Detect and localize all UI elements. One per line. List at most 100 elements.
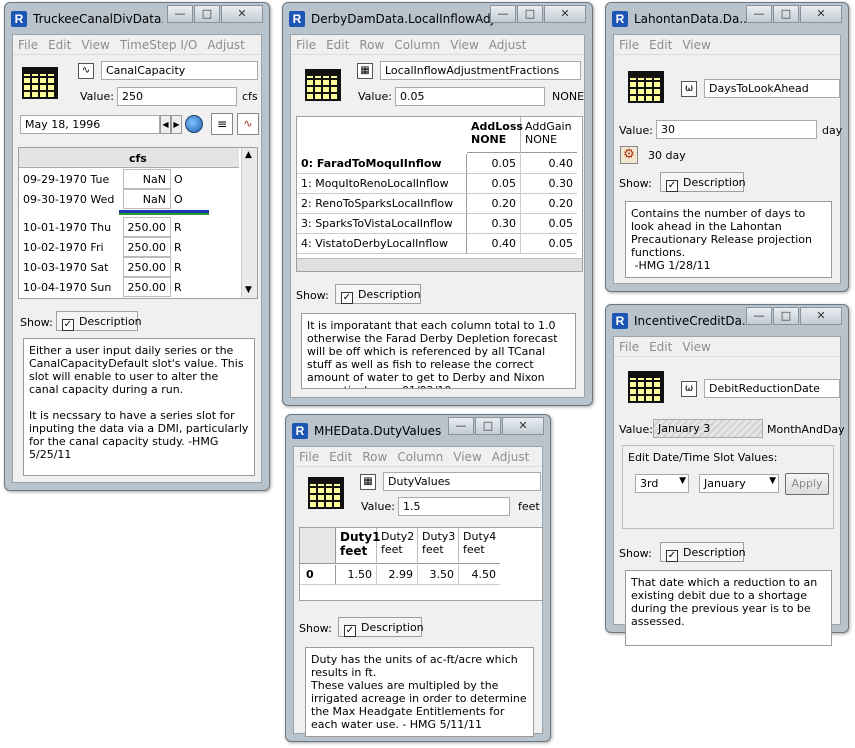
description-checkbox[interactable]: ✓ Description (335, 284, 421, 304)
menu-edit[interactable]: Edit (324, 447, 357, 464)
maximize-button[interactable]: □ (475, 417, 501, 435)
row-value-0[interactable]: NaN (123, 169, 171, 189)
value-field[interactable]: 250 (117, 87, 237, 106)
truckee-titlebar[interactable]: R TruckeeCanalDivData.... — □ ✕ (5, 3, 269, 33)
date-field[interactable]: May 18, 1996 (20, 115, 160, 134)
minimize-button[interactable]: — (167, 5, 193, 23)
menu-view[interactable]: View (677, 35, 715, 52)
cell-addloss-0[interactable]: 0.05 (467, 154, 521, 174)
incentive-titlebar[interactable]: R IncentiveCreditDa... — □ ✕ (606, 305, 848, 335)
description-checkbox[interactable]: ✓ Description (660, 172, 746, 192)
close-button[interactable]: ✕ (221, 5, 263, 23)
description-checkbox[interactable]: ✓ Description (338, 617, 424, 637)
scroll-up-arrow[interactable]: ▲ (245, 150, 252, 160)
description-text[interactable]: That date which a reduction to an existi… (625, 570, 832, 646)
row-value-1[interactable]: NaN (123, 189, 171, 209)
menu-edit[interactable]: Edit (644, 337, 677, 354)
description-text[interactable]: It is imporatant that each column total … (301, 313, 576, 389)
horizontal-scrollbar[interactable] (297, 258, 582, 271)
menu-file[interactable]: File (614, 337, 644, 354)
menu-edit[interactable]: Edit (43, 35, 76, 52)
maximize-button[interactable]: □ (773, 5, 799, 23)
minimize-button[interactable]: — (746, 307, 772, 325)
value-field[interactable]: 30 (656, 120, 817, 139)
plot-icon[interactable]: ∿ (237, 113, 259, 135)
cell-addgain-1[interactable]: 0.30 (521, 174, 577, 194)
menu-file[interactable]: File (13, 35, 43, 52)
minimize-button[interactable]: — (490, 5, 516, 23)
close-button[interactable]: ✕ (800, 307, 842, 325)
table-type-icon: ▦ (357, 63, 373, 79)
maximize-button[interactable]: □ (194, 5, 220, 23)
value-field[interactable]: 1.5 (398, 497, 510, 516)
minimize-button[interactable]: — (448, 417, 474, 435)
cell-duty4[interactable]: 4.50 (459, 565, 500, 585)
cell-addloss-2[interactable]: 0.20 (467, 194, 521, 214)
maximize-button[interactable]: □ (517, 5, 543, 23)
menu-file[interactable]: File (614, 35, 644, 52)
checkbox-check-icon: ✓ (666, 180, 678, 192)
cell-duty2[interactable]: 2.99 (377, 565, 418, 585)
close-button[interactable]: ✕ (800, 5, 842, 23)
cell-addloss-1[interactable]: 0.05 (467, 174, 521, 194)
gear-icon[interactable]: ⚙ (620, 146, 638, 164)
row-value-2[interactable]: 250.00 (123, 217, 171, 237)
slot-name-field[interactable]: DebitReductionDate (704, 379, 840, 398)
date-next-button[interactable]: ▶ (171, 115, 182, 134)
minimize-button[interactable]: — (746, 5, 772, 23)
menu-row[interactable]: Row (357, 447, 392, 464)
cell-duty3[interactable]: 3.50 (418, 565, 459, 585)
apply-button[interactable]: Apply (785, 473, 829, 495)
cell-addgain-4[interactable]: 0.05 (521, 234, 577, 254)
close-button[interactable]: ✕ (544, 5, 586, 23)
maximize-button[interactable]: □ (773, 307, 799, 325)
derby-titlebar[interactable]: R DerbyDamData.LocalInflowAdj... — □ ✕ (283, 3, 592, 33)
scroll-down-arrow[interactable]: ▼ (245, 285, 252, 295)
slot-name-field[interactable]: DaysToLookAhead (704, 79, 840, 98)
menu-adjust[interactable]: Adjust (484, 35, 532, 52)
menu-view[interactable]: View (448, 447, 486, 464)
row-value-4[interactable]: 250.00 (123, 257, 171, 277)
menu-view[interactable]: View (677, 337, 715, 354)
menu-view[interactable]: View (76, 35, 114, 52)
description-checkbox[interactable]: ✓ Description (660, 542, 746, 562)
cell-duty1[interactable]: 1.50 (336, 565, 377, 585)
description-checkbox[interactable]: ✓ Description (56, 311, 142, 331)
menu-adjust[interactable]: Adjust (487, 447, 535, 464)
menu-edit[interactable]: Edit (321, 35, 354, 52)
description-text[interactable]: Contains the number of days to look ahea… (625, 201, 832, 278)
menu-edit[interactable]: Edit (644, 35, 677, 52)
cell-addloss-3[interactable]: 0.30 (467, 214, 521, 234)
date-prev-button[interactable]: ◀ (160, 115, 171, 134)
row-date-4: 10-03-1970 Sat (23, 261, 109, 274)
mhe-titlebar[interactable]: R MHEData.DutyValues — □ ✕ (286, 415, 550, 445)
cell-addgain-3[interactable]: 0.05 (521, 214, 577, 234)
lahontan-titlebar[interactable]: R LahontanData.Da... — □ ✕ (606, 3, 848, 33)
cell-addgain-0[interactable]: 0.40 (521, 154, 577, 174)
description-text[interactable]: Duty has the units of ac-ft/acre which r… (305, 647, 534, 737)
cell-addloss-4[interactable]: 0.40 (467, 234, 521, 254)
duty2-header-unit: feet (381, 543, 403, 556)
slot-name-field[interactable]: CanalCapacity (101, 61, 258, 80)
menu-view[interactable]: View (445, 35, 483, 52)
cell-addgain-2[interactable]: 0.20 (521, 194, 577, 214)
month-select[interactable]: January ▼ (699, 474, 779, 493)
menu-timestep-io[interactable]: TimeStep I/O (115, 35, 203, 52)
row-value-5[interactable]: 250.00 (123, 277, 171, 297)
menu-adjust[interactable]: Adjust (202, 35, 250, 52)
slot-name-field[interactable]: DutyValues (383, 472, 541, 491)
menu-column[interactable]: Column (389, 35, 445, 52)
day-select[interactable]: 3rd ▼ (635, 474, 689, 493)
menu-file[interactable]: File (294, 447, 324, 464)
globe-icon[interactable] (185, 115, 203, 133)
description-text[interactable]: Either a user input daily series or the … (23, 338, 255, 476)
menu-row[interactable]: Row (354, 35, 389, 52)
slot-name-field[interactable]: LocalInflowAdjustmentFractions (380, 61, 581, 80)
menu-column[interactable]: Column (392, 447, 448, 464)
close-button[interactable]: ✕ (502, 417, 544, 435)
list-view-icon[interactable]: ≡ (211, 113, 233, 135)
row-value-3[interactable]: 250.00 (123, 237, 171, 257)
value-field[interactable]: 0.05 (395, 87, 545, 106)
menu-file[interactable]: File (291, 35, 321, 52)
vertical-scrollbar[interactable]: ▲ ▼ (241, 148, 257, 298)
